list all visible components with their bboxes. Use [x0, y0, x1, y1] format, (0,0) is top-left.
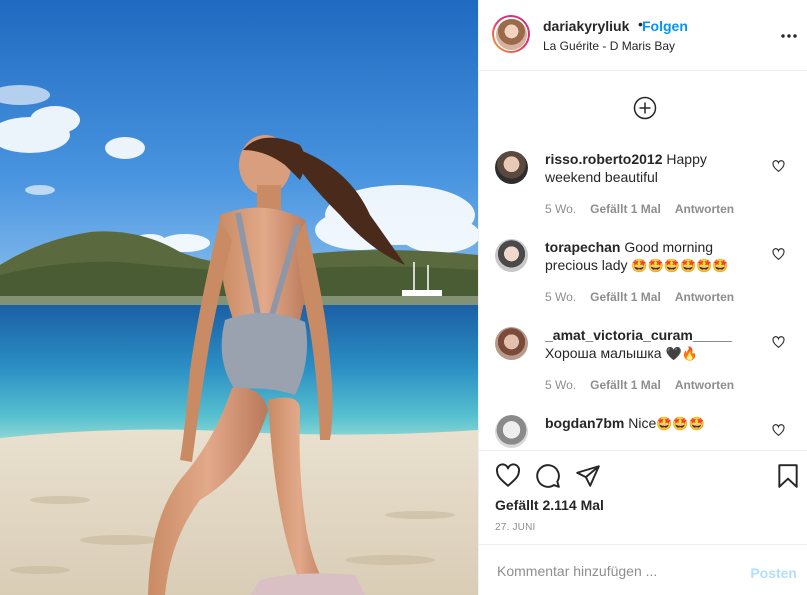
- comment-reply-button[interactable]: Antworten: [675, 290, 734, 304]
- post-date[interactable]: 27. JUNI: [495, 522, 536, 533]
- comment-username[interactable]: torapechan: [545, 239, 620, 255]
- post-sidebar: dariakyryliuk • Folgen La Guérite - D Ma…: [478, 0, 807, 595]
- comment-like-heart-icon[interactable]: [772, 424, 785, 437]
- comment-meta: 5 Wo. Gefällt 1 Mal Antworten: [545, 378, 748, 392]
- save-bookmark-icon[interactable]: [775, 463, 801, 489]
- comment-text-block: torapechan Good morning precious lady 🤩🤩…: [545, 238, 760, 275]
- author-username[interactable]: dariakyryliuk: [543, 18, 629, 34]
- author-avatar[interactable]: [492, 15, 530, 53]
- comment-username[interactable]: risso.roberto2012: [545, 151, 663, 167]
- post-location[interactable]: La Guérite - D Maris Bay: [543, 39, 675, 53]
- comment-likes[interactable]: Gefällt 1 Mal: [590, 290, 661, 304]
- comment-likes[interactable]: Gefällt 1 Mal: [590, 378, 661, 392]
- comment-reply-button[interactable]: Antworten: [675, 378, 734, 392]
- add-comment-input[interactable]: [495, 559, 739, 583]
- more-horizontal-icon[interactable]: [780, 27, 798, 45]
- comment-like-heart-icon[interactable]: [772, 336, 785, 349]
- comment-username[interactable]: _amat_victoria_curam_____: [545, 327, 732, 343]
- comment-text-block: _amat_victoria_curam_____ Хороша малышка…: [545, 326, 760, 363]
- comment-emojis: 🤩🤩🤩: [656, 416, 705, 431]
- post-image[interactable]: [0, 0, 478, 595]
- comment-like-heart-icon[interactable]: [772, 248, 785, 261]
- like-heart-icon[interactable]: [495, 463, 521, 489]
- post-comment-button[interactable]: Posten: [750, 565, 797, 581]
- commenter-avatar[interactable]: [495, 151, 528, 184]
- commenter-avatar[interactable]: [495, 415, 528, 448]
- beach-photo: [0, 0, 478, 595]
- post-actions: Gefällt 2.114 Mal 27. JUNI: [479, 450, 807, 544]
- load-more-comments-icon[interactable]: [633, 96, 657, 120]
- post-header: dariakyryliuk • Folgen La Guérite - D Ma…: [479, 0, 807, 71]
- comment-emojis: 🤩🤩🤩🤩🤩🤩: [631, 258, 729, 273]
- comment-composer: Posten: [479, 544, 807, 595]
- commenter-avatar[interactable]: [495, 327, 528, 360]
- comment-meta: 5 Wo. Gefällt 1 Mal Antworten: [545, 202, 748, 216]
- comment-emojis: 🖤🔥: [665, 346, 698, 361]
- comment-text: Хороша малышка: [545, 345, 662, 361]
- comment-time: 5 Wo.: [545, 202, 577, 216]
- follow-button[interactable]: Folgen: [642, 18, 688, 34]
- comment-text: Nice: [628, 415, 657, 431]
- commenter-avatar[interactable]: [495, 239, 528, 272]
- share-paper-plane-icon[interactable]: [575, 463, 601, 489]
- comment-time: 5 Wo.: [545, 378, 577, 392]
- comment-text-block: risso.roberto2012 Happy weekend beautifu…: [545, 150, 760, 186]
- comment-text-block: bogdan7bm Nice🤩🤩🤩: [545, 414, 760, 433]
- comment-likes[interactable]: Gefällt 1 Mal: [590, 202, 661, 216]
- comment-time: 5 Wo.: [545, 290, 577, 304]
- comment-reply-button[interactable]: Antworten: [675, 202, 734, 216]
- comment-meta: 5 Wo. Gefällt 1 Mal Antworten: [545, 290, 748, 304]
- comment-username[interactable]: bogdan7bm: [545, 415, 624, 431]
- likes-count[interactable]: Gefällt 2.114 Mal: [495, 497, 604, 513]
- comment-like-heart-icon[interactable]: [772, 160, 785, 173]
- comment-bubble-icon[interactable]: [535, 463, 561, 489]
